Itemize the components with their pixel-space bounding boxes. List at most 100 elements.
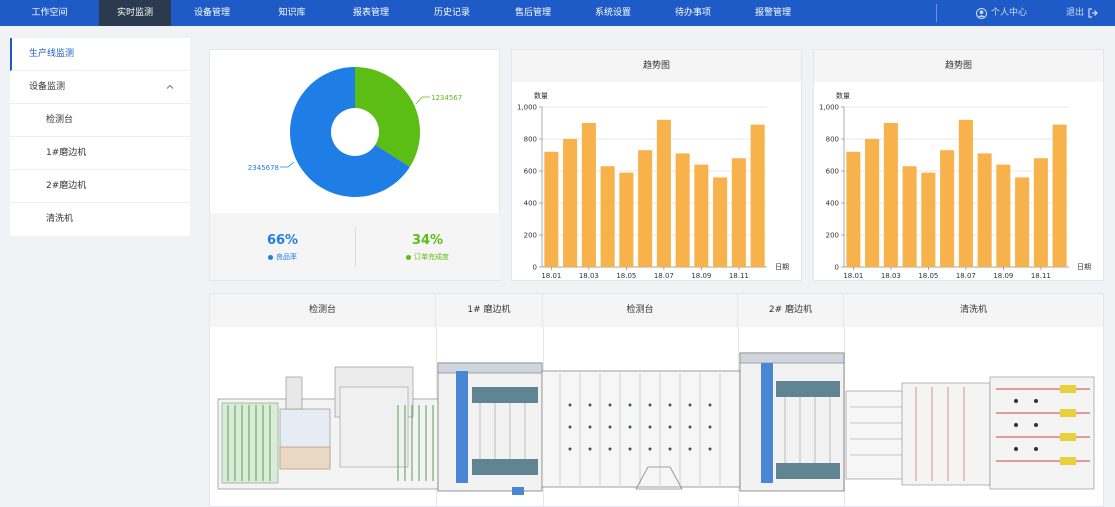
donut-hole xyxy=(331,108,379,156)
y-tick-label: 400 xyxy=(826,200,839,208)
sidebar: 生产线监测 设备监测 检测台 1#磨边机 2#磨边机 清洗机 xyxy=(10,38,190,236)
bar xyxy=(563,139,578,267)
machine-edger-1 xyxy=(437,362,543,495)
nav-item-todo[interactable]: 待办事项 xyxy=(653,0,733,26)
bar xyxy=(731,158,746,267)
y-tick-label: 0 xyxy=(533,264,537,272)
chart-title: 趋势图 xyxy=(814,50,1103,82)
legend-dot-icon xyxy=(268,254,273,260)
bar xyxy=(977,153,992,267)
trend-card-1: 趋势图 数量 日期 0 200 400 600 800 1,000 18.01 18.03 18.0… xyxy=(511,49,802,281)
machine-inspection-table-1 xyxy=(217,366,441,490)
user-icon xyxy=(976,7,987,19)
bar xyxy=(940,150,955,267)
x-tick-label: 18.01 xyxy=(843,272,863,280)
x-tick-label: 18.07 xyxy=(654,272,674,280)
bar-chart: 数量日期 0 200 400 600 800 1,000 18.01 18.03 18.05 18.… xyxy=(517,91,789,280)
sidebar-item-line-monitor[interactable]: 生产线监测 xyxy=(10,38,190,71)
user-center-link[interactable]: 个人中心 xyxy=(976,0,1027,26)
bar xyxy=(846,151,861,267)
nav-item-realtime-monitor[interactable]: 实时监测 xyxy=(99,0,171,26)
bar xyxy=(865,139,880,267)
bar xyxy=(1033,158,1048,267)
bar xyxy=(638,150,653,267)
bar xyxy=(1015,177,1030,267)
x-tick-label: 18.05 xyxy=(918,272,938,280)
trend-card-2: 趋势图 数量 日期 0 200 400 600 800 1,000 18.01 18.03 18.0… xyxy=(813,49,1104,281)
bar xyxy=(750,124,765,267)
y-axis-label: 数量 xyxy=(836,91,850,100)
kpi-order-value: 34% xyxy=(411,233,444,248)
bar xyxy=(656,119,671,267)
legend-dot-icon xyxy=(406,254,411,260)
nav-item-reports[interactable]: 报表管理 xyxy=(331,0,411,26)
bar xyxy=(675,153,690,267)
bar xyxy=(883,123,898,267)
x-axis-label: 日期 xyxy=(1077,263,1091,271)
y-tick-label: 600 xyxy=(826,168,839,176)
chevron-up-icon xyxy=(166,71,174,106)
logout-link[interactable]: 退出 xyxy=(1066,0,1098,26)
bar xyxy=(713,177,728,267)
section-inspection-2[interactable]: 检测台 xyxy=(543,294,738,327)
x-tick-label: 18.03 xyxy=(579,272,599,280)
y-tick-label: 0 xyxy=(835,264,839,272)
y-tick-label: 800 xyxy=(826,136,839,144)
chart-title: 趋势图 xyxy=(512,50,801,82)
kpi-yield: 66% 良品率 xyxy=(210,213,355,280)
nav-divider xyxy=(936,4,937,22)
bar xyxy=(958,119,973,267)
line-header: 检测台 1# 磨边机 检测台 2# 磨边机 清洗机 xyxy=(210,294,1103,327)
sidebar-item-label: 检测台 xyxy=(46,115,74,125)
sidebar-item-edger-1[interactable]: 1#磨边机 xyxy=(10,137,190,170)
bar xyxy=(996,164,1011,267)
logout-label: 退出 xyxy=(1066,8,1085,18)
y-tick-label: 800 xyxy=(524,136,537,144)
nav-item-workspace[interactable]: 工作空间 xyxy=(0,0,99,26)
sidebar-item-label: 生产线监测 xyxy=(29,49,75,59)
section-washer[interactable]: 清洗机 xyxy=(844,294,1103,327)
nav-item-system-settings[interactable]: 系统设置 xyxy=(573,0,653,26)
bar xyxy=(619,172,634,267)
nav-item-knowledge-base[interactable]: 知识库 xyxy=(253,0,331,26)
section-inspection-1[interactable]: 检测台 xyxy=(210,294,436,327)
bar xyxy=(694,164,709,267)
x-tick-label: 18.03 xyxy=(881,272,901,280)
nav-item-after-sales[interactable]: 售后管理 xyxy=(493,0,573,26)
x-tick-label: 18.07 xyxy=(956,272,976,280)
bar xyxy=(921,172,936,267)
kpi-order-label: 订单完成度 xyxy=(414,253,449,261)
donut-chart: 1234567 2345678 xyxy=(248,67,462,198)
donut-card: 1234567 2345678 66% 良品率 34% 订单完成度 xyxy=(209,49,500,281)
nav-item-history[interactable]: 历史记录 xyxy=(411,0,493,26)
sidebar-item-label: 清洗机 xyxy=(46,214,74,224)
section-edger-1[interactable]: 1# 磨边机 xyxy=(436,294,543,327)
top-nav: 工作空间 实时监测 设备管理 知识库 报表管理 历史记录 售后管理 系统设置 待… xyxy=(0,0,1115,26)
kpi-order-completion: 34% 订单完成度 xyxy=(355,213,500,280)
y-tick-label: 600 xyxy=(524,168,537,176)
sidebar-item-label: 设备监测 xyxy=(29,82,66,92)
x-tick-label: 18.09 xyxy=(691,272,711,280)
sidebar-item-label: 2#磨边机 xyxy=(46,181,87,191)
sidebar-item-edger-2[interactable]: 2#磨边机 xyxy=(10,170,190,203)
kpi-strip: 66% 良品率 34% 订单完成度 xyxy=(210,213,500,280)
sidebar-item-washer[interactable]: 清洗机 xyxy=(10,203,190,236)
y-axis-label: 数量 xyxy=(534,91,548,100)
x-tick-label: 18.11 xyxy=(729,272,749,280)
leader-line-order xyxy=(415,96,430,105)
nav-item-alarms[interactable]: 报警管理 xyxy=(733,0,813,26)
production-line-panel: 检测台 1# 磨边机 检测台 2# 磨边机 清洗机 xyxy=(209,293,1104,507)
user-center-label: 个人中心 xyxy=(991,8,1028,18)
x-tick-label: 18.09 xyxy=(993,272,1013,280)
bar xyxy=(1052,124,1067,267)
bar xyxy=(600,166,615,267)
y-tick-label: 1,000 xyxy=(819,104,839,112)
nav-item-device-management[interactable]: 设备管理 xyxy=(171,0,253,26)
y-tick-label: 1,000 xyxy=(517,104,537,112)
x-tick-label: 18.05 xyxy=(616,272,636,280)
sidebar-item-inspection-table[interactable]: 检测台 xyxy=(10,104,190,137)
sidebar-group-device-monitor[interactable]: 设备监测 xyxy=(10,71,190,104)
bar-chart: 数量日期 0 200 400 600 800 1,000 18.01 18.03 18.05 18.… xyxy=(819,91,1091,280)
sidebar-item-label: 1#磨边机 xyxy=(46,148,87,158)
section-edger-2[interactable]: 2# 磨边机 xyxy=(738,294,844,327)
